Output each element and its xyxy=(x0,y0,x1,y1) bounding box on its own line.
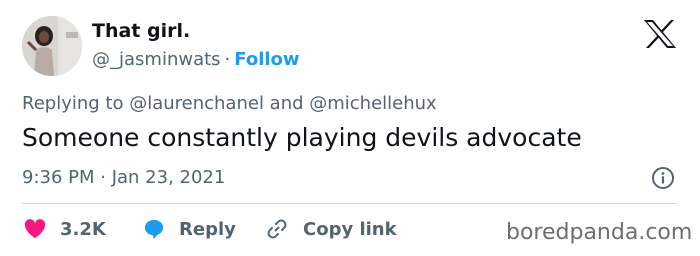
handle-row: @_jasminwats · Follow xyxy=(92,49,300,70)
copy-link-label: Copy link xyxy=(303,218,397,240)
link-icon xyxy=(267,219,287,239)
avatar[interactable] xyxy=(22,16,82,76)
reply-context[interactable]: Replying to @laurenchanel and @michelleh… xyxy=(22,93,437,114)
avatar-image xyxy=(22,16,82,76)
x-logo-icon[interactable] xyxy=(643,19,677,49)
info-icon[interactable] xyxy=(651,166,675,190)
heart-icon xyxy=(24,219,46,239)
tweet-text: Someone constantly playing devils advoca… xyxy=(22,123,582,152)
like-count: 3.2K xyxy=(60,218,106,240)
reply-bubble-icon xyxy=(144,219,164,240)
user-handle[interactable]: @_jasminwats xyxy=(92,49,221,70)
watermark: boredpanda.com xyxy=(506,220,693,245)
divider xyxy=(22,203,677,204)
display-name[interactable]: That girl. xyxy=(92,20,190,42)
like-button[interactable]: 3.2K xyxy=(24,217,106,241)
tweet-timestamp[interactable]: 9:36 PM · Jan 23, 2021 xyxy=(22,167,225,188)
reply-label: Reply xyxy=(179,218,236,240)
separator-dot: · xyxy=(224,49,231,70)
copy-link-button[interactable]: Copy link xyxy=(265,217,397,241)
reply-button[interactable]: Reply xyxy=(143,217,236,241)
follow-button[interactable]: Follow xyxy=(234,49,299,70)
